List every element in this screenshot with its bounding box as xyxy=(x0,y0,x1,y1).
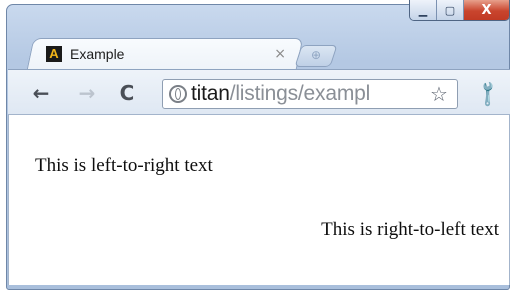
globe-icon xyxy=(169,85,187,103)
star-icon[interactable]: ☆ xyxy=(426,81,452,107)
close-icon[interactable]: X xyxy=(464,0,509,20)
window-controls: ▁ ▢ X xyxy=(409,0,510,21)
new-tab-icon[interactable]: ⊕ xyxy=(305,46,327,64)
minimize-icon[interactable]: ▁ xyxy=(410,0,437,20)
url-host: titan xyxy=(191,82,230,105)
rtl-paragraph: This is right-to-left text xyxy=(321,219,499,240)
url-text[interactable]: titan/listings/exampl xyxy=(191,82,370,106)
reload-icon[interactable]: C xyxy=(114,80,140,106)
favicon-icon: A xyxy=(46,46,62,62)
forward-icon[interactable]: → xyxy=(74,80,100,106)
url-path: /listings/exampl xyxy=(229,82,371,105)
tab-title: Example xyxy=(70,46,125,62)
tab-close-icon[interactable]: × xyxy=(274,46,286,62)
page-content: This is left-to-right text This is right… xyxy=(8,115,510,285)
maximize-icon[interactable]: ▢ xyxy=(437,0,464,20)
back-icon[interactable]: ← xyxy=(28,80,54,106)
address-bar[interactable]: titan/listings/exampl xyxy=(162,79,458,109)
ltr-paragraph: This is left-to-right text xyxy=(35,155,213,176)
tab-example-content[interactable]: A Example × xyxy=(38,38,300,70)
